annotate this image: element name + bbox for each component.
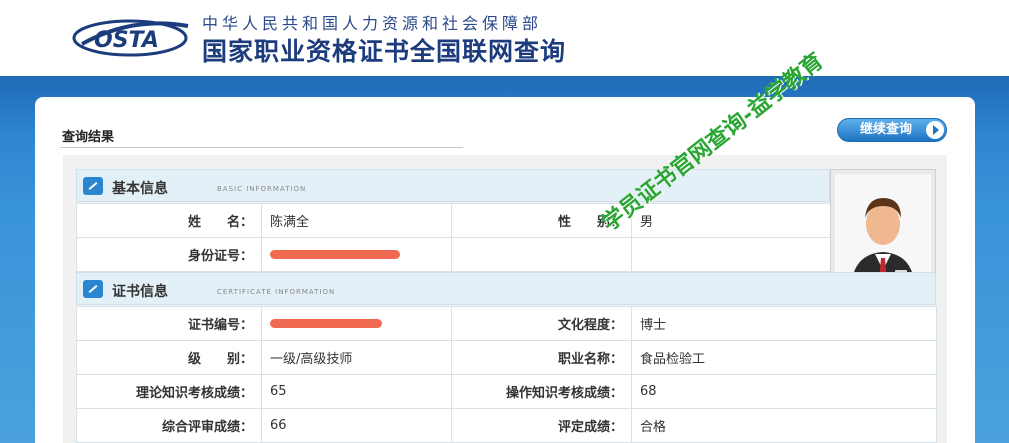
org-name: 中华人民共和国人力资源和社会保障部 [202,14,543,33]
table-row: 姓 名： 陈满全 性 别： 男 [76,203,831,238]
table-row: 身份证号： [76,237,831,272]
osta-logo: OSTA [72,19,189,57]
education-label: 文化程度： [451,306,632,341]
theory-score-label: 理论知识考核成绩： [76,374,262,409]
pen-icon [83,177,103,195]
education-value: 博士 [631,306,937,341]
basic-info-table: 姓 名： 陈满全 性 别： 男 身份证号： [76,203,831,272]
card-title: 查询结果 [62,130,115,145]
redaction-mark [270,250,400,259]
redaction-mark [270,319,382,328]
occupation-value: 食品检验工 [631,340,937,375]
id-number-label: 身份证号： [76,237,262,272]
cert-number-label: 证书编号： [76,306,262,341]
result-value: 合格 [631,408,937,443]
table-row: 综合评审成绩： 66 评定成绩： 合格 [76,408,937,443]
pen-icon [83,280,103,298]
title-divider [60,147,463,148]
continue-query-button[interactable]: 继续查询 [837,118,947,142]
review-score-label: 综合评审成绩： [76,408,262,443]
review-score-value: 66 [261,408,452,443]
site-title: 国家职业资格证书全国联网查询 [202,37,567,66]
id-number-value [261,237,452,272]
name-value: 陈满全 [261,203,452,238]
table-row: 级 别： 一级/高级技师 职业名称： 食品检验工 [76,340,937,375]
occupation-label: 职业名称： [451,340,632,375]
basic-info-header: 基本信息 BASIC INFORMATION [76,169,830,202]
gender-value: 男 [631,203,831,238]
site-header: OSTA 中华人民共和国人力资源和社会保障部 国家职业资格证书全国联网查询 [0,0,1009,78]
empty-cell [631,237,831,272]
empty-cell [451,237,632,272]
results-card: 查询结果 继续查询 基本信息 BASIC INFORMATION 姓 名： 陈满… [35,97,975,443]
basic-info-title: 基本信息 [112,181,168,197]
basic-info-subtitle: BASIC INFORMATION [217,185,307,193]
practical-score-label: 操作知识考核成绩： [451,374,632,409]
cert-number-value [261,306,452,341]
theory-score-value: 65 [261,374,452,409]
level-label: 级 别： [76,340,262,375]
play-arrow-icon [926,121,944,139]
svg-text:OSTA: OSTA [94,28,159,53]
practical-score-value: 68 [631,374,937,409]
cert-info-subtitle: CERTIFICATE INFORMATION [217,288,336,296]
name-label: 姓 名： [76,203,262,238]
result-label: 评定成绩： [451,408,632,443]
cert-info-header: 证书信息 CERTIFICATE INFORMATION [76,272,936,305]
continue-query-label: 继续查询 [860,122,913,137]
table-row: 理论知识考核成绩： 65 操作知识考核成绩： 68 [76,374,937,409]
table-row: 证书编号： 文化程度： 博士 [76,306,937,341]
cert-info-title: 证书信息 [112,284,168,300]
level-value: 一级/高级技师 [261,340,452,375]
cert-info-table: 证书编号： 文化程度： 博士 级 别： 一级/高级技师 职业名称： 食品检验工 … [76,306,937,443]
